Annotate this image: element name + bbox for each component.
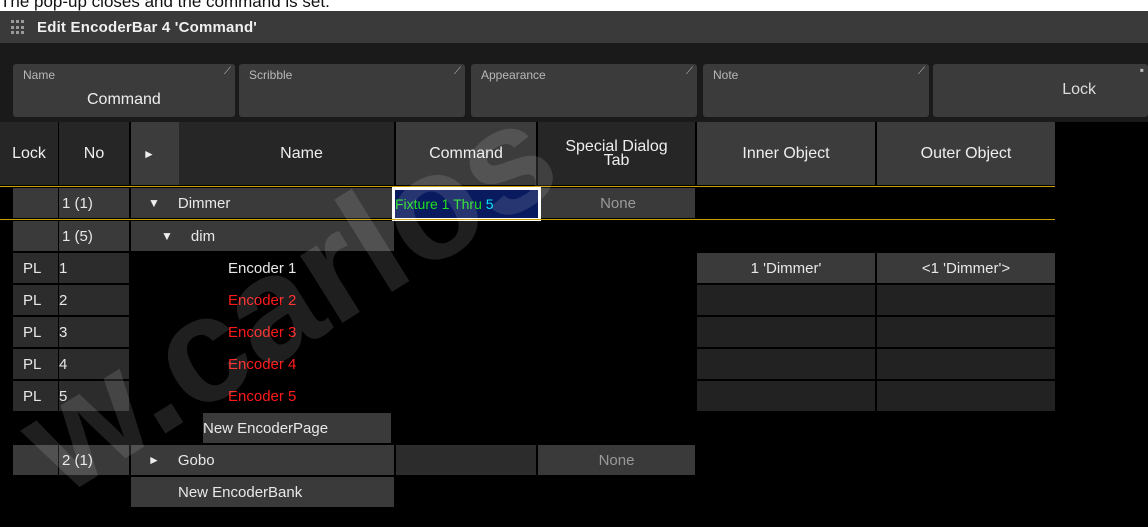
edit-corner-icon: ⟋ [224, 66, 231, 77]
edit-corner-icon: ⟋ [918, 66, 925, 77]
gobo-special-cell[interactable]: None [538, 445, 695, 475]
gobo-bank-name: Gobo [177, 451, 215, 469]
selection-separator-bottom [0, 219, 1055, 220]
col-header-outer-object[interactable]: Outer Object [877, 122, 1055, 185]
encoder-2-inner[interactable] [697, 285, 875, 315]
encoder-4-lock[interactable]: PL [13, 349, 58, 379]
encoder-4-name[interactable]: Encoder 4 [228, 349, 388, 379]
col-header-special-dialog-tab[interactable]: Special Dialog Tab [538, 122, 695, 185]
command-cell-selected[interactable]: Fixture 1 Thru 5 [392, 187, 541, 221]
dimmer-no-cell[interactable]: 1 (1) [59, 188, 129, 218]
window-title-bar[interactable]: Edit EncoderBar 4 'Command' [0, 11, 1148, 43]
lock-button[interactable]: Lock ▪ [933, 63, 1148, 117]
scribble-field-label: Scribble [249, 68, 293, 82]
expand-icon[interactable]: ► [148, 453, 160, 467]
encoder-5-lock[interactable]: PL [13, 381, 58, 411]
encoder-5-inner[interactable] [697, 381, 875, 411]
dimmer-bank-name: Dimmer [177, 194, 231, 212]
caption-text: The pop-up closes and the command is set… [0, 0, 330, 11]
caption-text-strip: The pop-up closes and the command is set… [0, 0, 1148, 11]
appearance-field-label: Appearance [481, 68, 546, 82]
encoder-1-no[interactable]: 1 [59, 253, 129, 283]
encoder-2-name[interactable]: Encoder 2 [228, 285, 388, 315]
property-field-bar: Name Command ⟋ Scribble ⟋ Appearance ⟋ N… [0, 43, 1148, 122]
encoder-4-inner[interactable] [697, 349, 875, 379]
collapse-icon[interactable]: ▼ [161, 229, 173, 243]
window-title: Edit EncoderBar 4 'Command' [37, 18, 258, 36]
edit-corner-icon: ⟋ [454, 66, 461, 77]
encoder-4-outer[interactable] [877, 349, 1055, 379]
encoder-5-no[interactable]: 5 [59, 381, 129, 411]
gobo-command-cell[interactable] [396, 445, 536, 475]
collapse-icon[interactable]: ▼ [148, 196, 160, 210]
encoder-1-lock[interactable]: PL [13, 253, 58, 283]
encoder-5-name[interactable]: Encoder 5 [228, 381, 388, 411]
note-field-label: Note [713, 68, 739, 82]
dropdown-corner-icon: ▪ [1139, 63, 1144, 77]
encoder-3-lock[interactable]: PL [13, 317, 58, 347]
lock-button-label: Lock [1062, 81, 1096, 98]
dimmer-lock-cell[interactable] [13, 188, 58, 218]
scribble-field[interactable]: Scribble ⟋ [239, 64, 465, 117]
name-field[interactable]: Name Command ⟋ [13, 64, 235, 117]
col-header-lock[interactable]: Lock [0, 122, 58, 185]
gobo-bank-row[interactable]: ► Gobo [131, 445, 394, 475]
encoder-1-inner[interactable]: 1 'Dimmer' [697, 253, 875, 283]
col-header-no[interactable]: No [59, 122, 129, 185]
encoder-3-no[interactable]: 3 [59, 317, 129, 347]
note-field[interactable]: Note ⟋ [703, 64, 929, 117]
col-header-name[interactable]: Name [179, 122, 394, 185]
command-text-green: Fixture 1 Thru [395, 196, 482, 212]
col-header-inner-object[interactable]: Inner Object [697, 122, 875, 185]
dim-no-cell[interactable]: 1 (5) [59, 221, 129, 251]
name-field-label: Name [23, 68, 56, 82]
gobo-no-cell[interactable]: 2 (1) [59, 445, 129, 475]
encoder-4-no[interactable]: 4 [59, 349, 129, 379]
appearance-field[interactable]: Appearance ⟋ [471, 64, 697, 117]
encoder-3-outer[interactable] [877, 317, 1055, 347]
encoder-3-inner[interactable] [697, 317, 875, 347]
dim-page-name: dim [190, 227, 216, 245]
dim-page-row[interactable]: ▼ dim [131, 221, 394, 251]
encoder-2-lock[interactable]: PL [13, 285, 58, 315]
gobo-lock-cell[interactable] [13, 445, 58, 475]
new-encoder-page-button[interactable]: New EncoderPage [203, 413, 391, 443]
col-header-expand[interactable]: ► [131, 122, 179, 185]
encoder-5-outer[interactable] [877, 381, 1055, 411]
name-field-value: Command [87, 91, 161, 108]
encoder-3-name[interactable]: Encoder 3 [228, 317, 388, 347]
col-header-command[interactable]: Command [396, 122, 536, 185]
command-text-cyan: 5 [485, 196, 494, 212]
encoder-1-outer[interactable]: <1 'Dimmer'> [877, 253, 1055, 283]
expand-all-icon: ► [143, 146, 155, 161]
col-header-special-dialog-tab-label: Special Dialog Tab [565, 137, 668, 169]
edit-corner-icon: ⟋ [686, 66, 693, 77]
grid-icon [11, 20, 25, 34]
col-header-name-label: Name [280, 144, 323, 162]
encoder-2-outer[interactable] [877, 285, 1055, 315]
encoder-grid: Lock No ► Name Command Special Dialog Ta… [0, 122, 1148, 507]
encoder-1-name[interactable]: Encoder 1 [228, 253, 388, 283]
dimmer-special-cell[interactable]: None [541, 188, 695, 218]
dimmer-bank-row[interactable]: ▼ Dimmer [131, 188, 394, 218]
dim-lock-cell[interactable] [13, 221, 58, 251]
encoder-2-no[interactable]: 2 [59, 285, 129, 315]
